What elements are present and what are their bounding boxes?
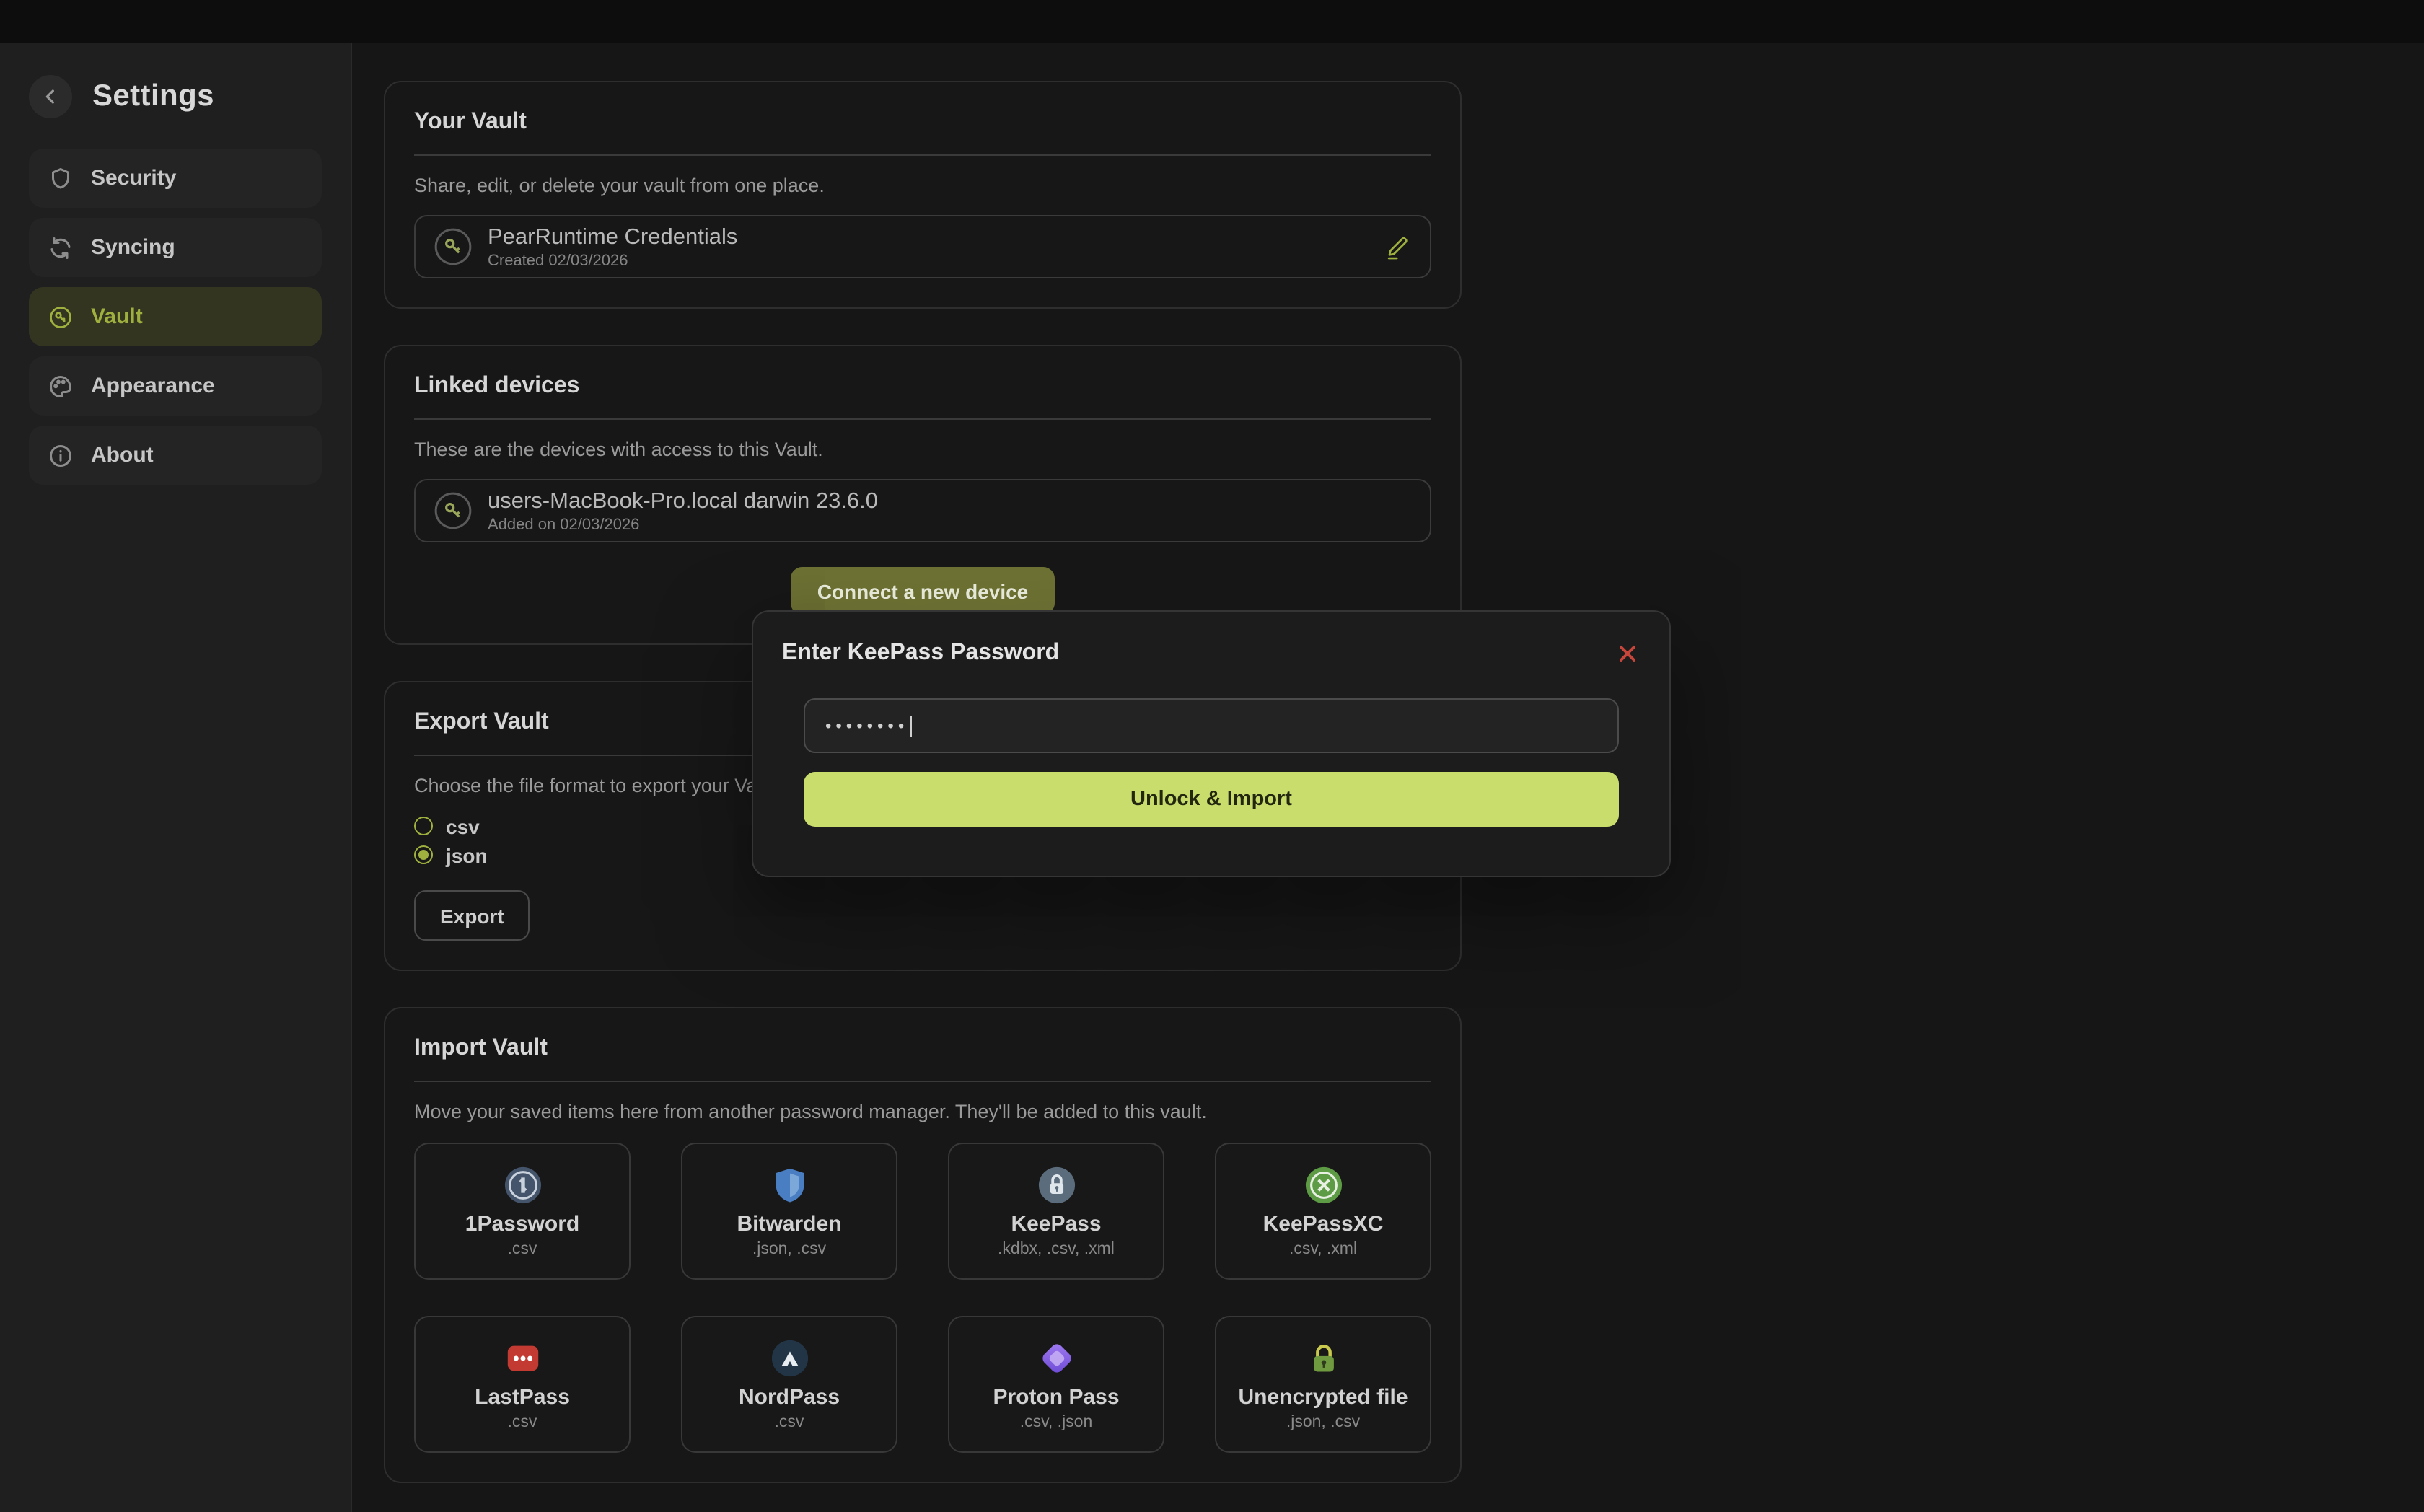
provider-formats: .kdbx, .csv, .xml <box>998 1240 1115 1257</box>
provider-formats: .csv <box>508 1240 537 1257</box>
page-title: Settings <box>92 79 214 114</box>
sidebar: Settings Security Syncing Vault <box>0 43 352 1512</box>
nordpass-icon <box>770 1338 809 1377</box>
device-name: users-MacBook-Pro.local darwin 23.6.0 <box>488 488 878 514</box>
import-tile-lastpass[interactable]: LastPass .csv <box>414 1316 631 1453</box>
provider-formats: .csv <box>775 1413 804 1430</box>
provider-formats: .json, .csv <box>752 1240 826 1257</box>
provider-name: KeePass <box>1011 1211 1101 1236</box>
sidebar-item-syncing[interactable]: Syncing <box>29 218 322 277</box>
provider-name: 1Password <box>465 1211 579 1236</box>
connect-button-row: Connect a new device <box>414 567 1431 615</box>
card-title: Linked devices <box>414 374 1431 400</box>
provider-name: Bitwarden <box>737 1211 841 1236</box>
import-provider-grid: 1Password .csv Bitwarden .json, .csv <box>414 1143 1431 1453</box>
password-input[interactable]: •••••••• <box>804 698 1619 753</box>
provider-formats: .csv <box>508 1413 537 1430</box>
key-icon <box>434 228 472 265</box>
provider-name: Unencrypted file <box>1238 1384 1408 1409</box>
vault-row-text: PearRuntime Credentials Created 02/03/20… <box>488 224 737 269</box>
lastpass-icon <box>503 1338 542 1377</box>
sidebar-item-label: Vault <box>91 304 143 329</box>
provider-name: NordPass <box>739 1384 840 1409</box>
provider-name: Proton Pass <box>993 1384 1119 1409</box>
provider-name: LastPass <box>475 1384 570 1409</box>
palette-icon <box>48 373 74 399</box>
card-description: These are the devices with access to thi… <box>414 439 1431 460</box>
divider <box>414 1081 1431 1082</box>
card-title: Import Vault <box>414 1036 1431 1062</box>
vault-row[interactable]: PearRuntime Credentials Created 02/03/20… <box>414 215 1431 278</box>
keepass-password-modal: Enter KeePass Password •••••••• Unlock &… <box>752 610 1671 877</box>
unencrypted-lock-icon <box>1304 1338 1343 1377</box>
import-tile-keepass[interactable]: KeePass .kdbx, .csv, .xml <box>948 1143 1164 1280</box>
sidebar-item-label: Security <box>91 166 176 190</box>
radio-label: json <box>446 843 488 866</box>
protonpass-icon <box>1037 1338 1076 1377</box>
sidebar-item-vault[interactable]: Vault <box>29 287 322 346</box>
card-description: Share, edit, or delete your vault from o… <box>414 175 1431 196</box>
import-tile-nordpass[interactable]: NordPass .csv <box>681 1316 897 1453</box>
modal-body: •••••••• Unlock & Import <box>804 698 1619 827</box>
radio-circle-selected-icon <box>414 845 433 864</box>
radio-circle-icon <box>414 817 433 835</box>
titlebar <box>0 0 2424 43</box>
export-button[interactable]: Export <box>414 890 530 941</box>
import-tile-keepassxc[interactable]: KeePassXC .csv, .xml <box>1215 1143 1431 1280</box>
device-key-icon <box>434 492 472 529</box>
radio-label: csv <box>446 814 480 838</box>
vault-name: PearRuntime Credentials <box>488 224 737 250</box>
your-vault-card: Your Vault Share, edit, or delete your v… <box>384 81 1462 309</box>
close-icon[interactable] <box>1615 641 1641 667</box>
divider <box>414 418 1431 420</box>
back-button[interactable] <box>29 75 72 118</box>
unlock-import-button[interactable]: Unlock & Import <box>804 772 1619 827</box>
card-title: Your Vault <box>414 110 1431 136</box>
sidebar-item-appearance[interactable]: Appearance <box>29 356 322 416</box>
modal-title: Enter KeePass Password <box>782 641 1059 667</box>
app-window: Settings Security Syncing Vault <box>0 0 2424 1512</box>
chevron-left-icon <box>39 85 62 108</box>
modal-header: Enter KeePass Password <box>782 641 1641 667</box>
connect-new-device-button[interactable]: Connect a new device <box>791 567 1055 615</box>
keepassxc-icon <box>1304 1165 1343 1204</box>
keepass-icon <box>1037 1165 1076 1204</box>
sidebar-item-security[interactable]: Security <box>29 149 322 208</box>
text-caret <box>910 715 912 737</box>
import-vault-card: Import Vault Move your saved items here … <box>384 1007 1462 1483</box>
sync-icon <box>48 234 74 260</box>
bitwarden-icon <box>770 1165 809 1204</box>
info-icon <box>48 442 74 468</box>
divider <box>414 154 1431 156</box>
device-row[interactable]: users-MacBook-Pro.local darwin 23.6.0 Ad… <box>414 479 1431 542</box>
provider-name: KeePassXC <box>1263 1211 1384 1236</box>
onepassword-icon <box>503 1165 542 1204</box>
provider-formats: .csv, .json <box>1020 1413 1093 1430</box>
password-masked-value: •••••••• <box>825 716 908 736</box>
import-tile-unencrypted[interactable]: Unencrypted file .json, .csv <box>1215 1316 1431 1453</box>
edit-pencil-icon[interactable] <box>1384 233 1411 260</box>
provider-formats: .json, .csv <box>1286 1413 1360 1430</box>
import-tile-1password[interactable]: 1Password .csv <box>414 1143 631 1280</box>
sidebar-header: Settings <box>0 43 351 118</box>
sidebar-item-label: Appearance <box>91 374 215 398</box>
vault-created-date: Created 02/03/2026 <box>488 252 737 269</box>
card-description: Move your saved items here from another … <box>414 1101 1431 1122</box>
linked-devices-card: Linked devices These are the devices wit… <box>384 345 1462 645</box>
device-row-text: users-MacBook-Pro.local darwin 23.6.0 Ad… <box>488 488 878 533</box>
sidebar-nav: Security Syncing Vault Appearance <box>29 149 322 485</box>
import-tile-bitwarden[interactable]: Bitwarden .json, .csv <box>681 1143 897 1280</box>
sidebar-item-about[interactable]: About <box>29 426 322 485</box>
shield-icon <box>48 165 74 191</box>
vault-key-icon <box>48 304 74 330</box>
sidebar-item-label: Syncing <box>91 235 175 260</box>
sidebar-item-label: About <box>91 443 154 467</box>
import-tile-protonpass[interactable]: Proton Pass .csv, .json <box>948 1316 1164 1453</box>
provider-formats: .csv, .xml <box>1289 1240 1357 1257</box>
device-added-date: Added on 02/03/2026 <box>488 516 878 533</box>
